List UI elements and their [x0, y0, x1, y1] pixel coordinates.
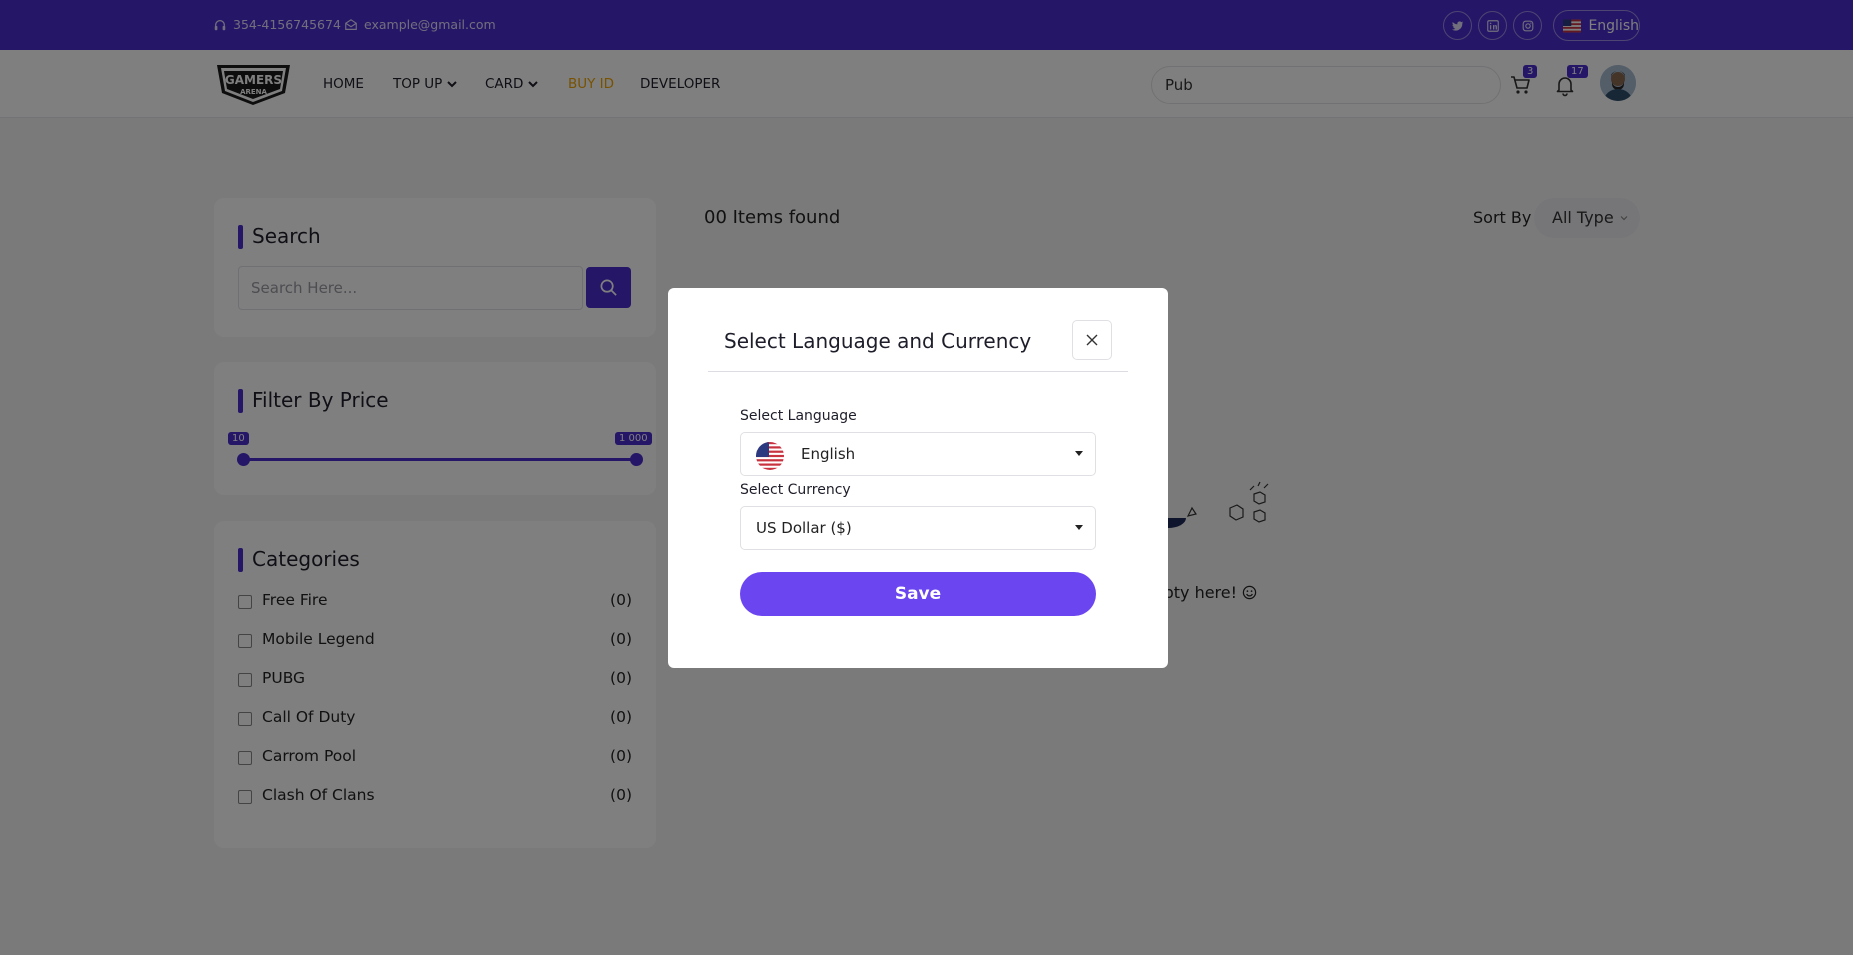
language-select[interactable]: English: [740, 432, 1096, 476]
language-select-value: English: [801, 445, 856, 463]
currency-select[interactable]: US Dollar ($): [740, 506, 1096, 550]
language-field-label: Select Language: [740, 408, 857, 424]
modal-title: Select Language and Currency: [724, 329, 1032, 353]
caret-down-icon: [1075, 525, 1083, 530]
currency-select-value: US Dollar ($): [756, 519, 852, 537]
caret-down-icon: [1075, 451, 1083, 456]
close-icon: [1086, 334, 1098, 346]
modal-divider: [708, 371, 1128, 372]
language-currency-modal: Select Language and Currency Select Lang…: [668, 288, 1168, 668]
currency-field-label: Select Currency: [740, 482, 851, 498]
modal-close-button[interactable]: [1072, 320, 1112, 360]
save-button[interactable]: Save: [740, 572, 1096, 616]
us-flag-icon: [756, 442, 784, 470]
